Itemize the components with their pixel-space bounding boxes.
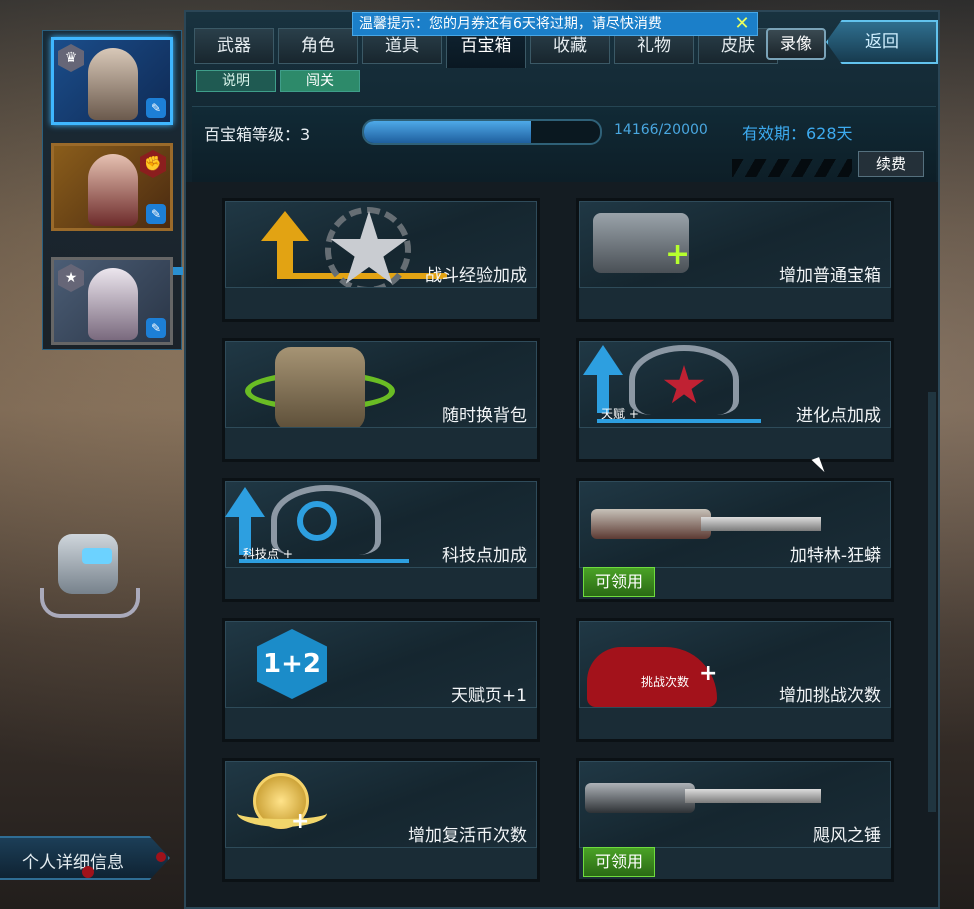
item-hurricane-hammer[interactable]: 飓风之锤 可领用 [576,758,894,882]
item-label: 战斗经验加成 [425,266,527,286]
wrench-icon[interactable]: ✎ [146,204,166,224]
subtab-bar: 说明 闯关 [196,70,364,92]
character-portrait [88,48,138,120]
item-footer [579,287,891,319]
wrench-icon[interactable]: ✎ [146,318,166,338]
notice-banner: 温馨提示：您的月券还有6天将过期，请尽快消费 ✕ [352,12,758,36]
blood-splatter-icon [156,852,166,862]
renew-button[interactable]: 续费 [858,151,924,177]
notice-text: 温馨提示：您的月券还有6天将过期，请尽快消费 [359,16,662,32]
item-tech-bonus[interactable]: 科技点 + 科技点加成 [222,478,540,602]
claim-button[interactable]: 可领用 [583,567,655,597]
battle-exp-star-icon [255,207,447,293]
item-gatling-python[interactable]: 加特林-狂蟒 可领用 [576,478,894,602]
item-label: 增加挑战次数 [779,686,881,706]
item-battle-exp[interactable]: 战斗经验加成 [222,198,540,322]
rank-badge-icon: ★ [58,264,84,292]
subtab-challenge[interactable]: 闯关 [280,70,360,92]
profile-details-label: 个人详细信息 [22,853,124,873]
item-add-normal-crate[interactable]: + 增加普通宝箱 [576,198,894,322]
tech-wings-icon: 科技点 + [225,483,415,571]
validity-text: 有效期：628天 [742,124,853,143]
item-revive-coin[interactable]: + 增加复活币次数 [222,758,540,882]
scrollbar[interactable] [928,392,936,812]
character-card-3[interactable]: ★ ✎ [51,257,173,345]
character-card-2[interactable]: ✊ ✎ [51,143,173,231]
item-footer [225,567,537,599]
item-label: 加特林-狂蟒 [789,546,881,566]
treasure-level-bar: 百宝箱等级：3 14166/20000 有效期：628天 续费 [192,106,936,182]
progress-fill [364,121,532,143]
wrench-icon[interactable]: ✎ [146,98,166,118]
talent-page-hex-icon: 1+2 [257,629,337,709]
revive-coin-icon: + [233,769,333,849]
character-card-1[interactable]: ♛ ✎ [51,37,173,125]
item-footer [579,427,891,459]
item-label: 增加普通宝箱 [779,266,881,286]
tab-characters[interactable]: 角色 [278,28,358,64]
item-label: 天赋页+1 [450,686,527,706]
robot-pet-icon[interactable] [30,528,140,628]
item-swap-backpack[interactable]: 随时换背包 [222,338,540,462]
subtab-description[interactable]: 说明 [196,70,276,92]
item-label: 飓风之锤 [813,826,881,846]
item-add-challenges[interactable]: 挑战次数 + 增加挑战次数 [576,618,894,742]
item-footer [225,427,537,459]
evolution-wings-icon: 天赋 + [583,343,763,431]
claim-button[interactable]: 可领用 [583,847,655,877]
treasure-level-label: 百宝箱等级：3 [204,125,311,144]
close-icon[interactable]: ✕ [733,13,751,35]
icon-text: 挑战次数 [641,675,690,689]
main-panel: 武器 角色 道具 百宝箱 收藏 礼物 皮肤 录像 返回 温馨提示：您的月券还有6… [184,10,940,909]
item-footer [579,707,891,739]
record-button[interactable]: 录像 [766,28,826,60]
item-label: 科技点加成 [442,546,527,566]
crate-plus-icon: + [593,213,713,283]
item-footer [225,287,537,319]
blood-splatter-icon [82,866,94,878]
item-evolution-bonus[interactable]: 天赋 + 进化点加成 [576,338,894,462]
progress-text: 14166/20000 [614,122,708,138]
item-label: 随时换背包 [442,406,527,426]
challenge-splat-icon: 挑战次数 + [587,629,737,709]
icon-text: 科技点 + [243,547,293,561]
item-footer [225,847,537,879]
tab-weapons[interactable]: 武器 [194,28,274,64]
item-talent-page[interactable]: 1+2 天赋页+1 [222,618,540,742]
robot-body [58,534,118,594]
character-portrait [88,268,138,340]
treasure-progress-bar [362,119,602,145]
robot-eye [82,548,112,564]
rank-badge-icon: ♛ [58,44,84,72]
item-label: 进化点加成 [796,406,881,426]
decorative-stripes [732,159,852,177]
icon-text: 天赋 + [601,407,639,421]
back-button[interactable]: 返回 [826,20,938,64]
item-label: 增加复活币次数 [408,826,527,846]
backpack-icon [239,347,399,437]
item-footer [225,707,537,739]
character-list: ♛ ✎ ✊ ✎ ★ ✎ [42,30,183,350]
minigun-icon [585,773,835,843]
character-portrait [88,154,138,226]
rank-badge-icon: ✊ [140,150,166,178]
